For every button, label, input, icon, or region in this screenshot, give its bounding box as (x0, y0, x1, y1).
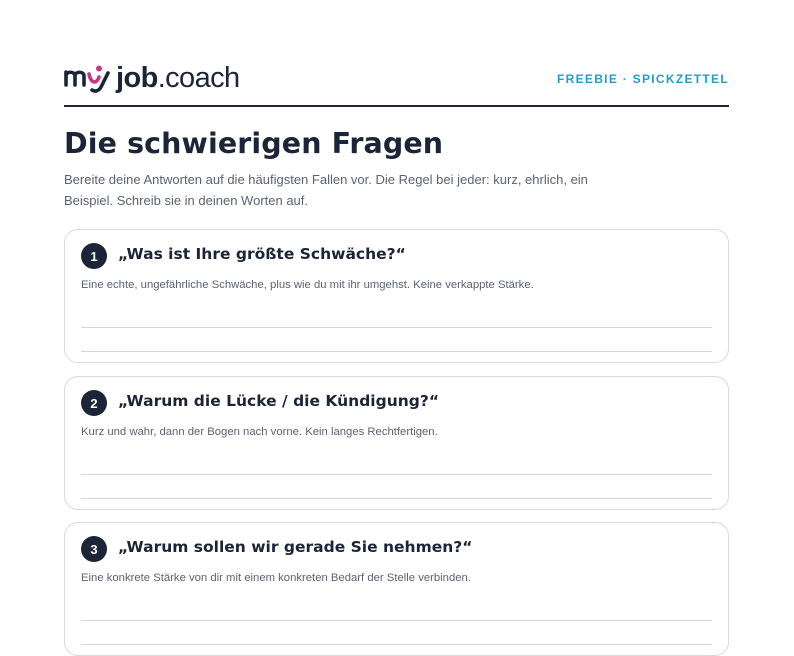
page-header: job.coach FREEBIE · SPICKZETTEL (64, 60, 729, 107)
answer-line[interactable] (81, 327, 712, 328)
myjob-coach-logo: job.coach (64, 60, 240, 96)
logo-my-mark-icon (64, 65, 110, 93)
answer-line[interactable] (81, 644, 712, 645)
intro-text: Bereite deine Antworten auf die häufigst… (64, 172, 588, 208)
question-card-2: 2 „Warum die Lücke / die Kündigung?“ Kur… (64, 376, 729, 510)
answer-line[interactable] (81, 351, 712, 352)
question-text: „Warum sollen wir gerade Sie nehmen?“ (118, 538, 473, 556)
page-title: Die schwierigen Fragen (64, 127, 444, 160)
answer-line[interactable] (81, 474, 712, 475)
question-text: „Warum die Lücke / die Kündigung?“ (118, 392, 440, 410)
question-number-badge: 2 (81, 390, 107, 416)
question-text: „Was ist Ihre größte Schwäche?“ (118, 245, 406, 263)
question-card-1: 1 „Was ist Ihre größte Schwäche?“ Eine e… (64, 229, 729, 363)
logo-coach: .coach (157, 62, 240, 94)
logo-wordmark: job.coach (116, 60, 240, 96)
logo-job: job (116, 62, 158, 94)
question-hint: Eine konkrete Stärke von dir mit einem k… (81, 572, 471, 584)
question-hint: Kurz und wahr, dann der Bogen nach vorne… (81, 426, 438, 438)
answer-line[interactable] (81, 498, 712, 499)
question-number-badge: 3 (81, 536, 107, 562)
question-hint: Eine echte, ungefährliche Schwäche, plus… (81, 279, 534, 291)
question-card-3: 3 „Warum sollen wir gerade Sie nehmen?“ … (64, 522, 729, 656)
question-number-badge: 1 (81, 243, 107, 269)
answer-line[interactable] (81, 620, 712, 621)
freebie-tag: FREEBIE · SPICKZETTEL (557, 72, 729, 86)
